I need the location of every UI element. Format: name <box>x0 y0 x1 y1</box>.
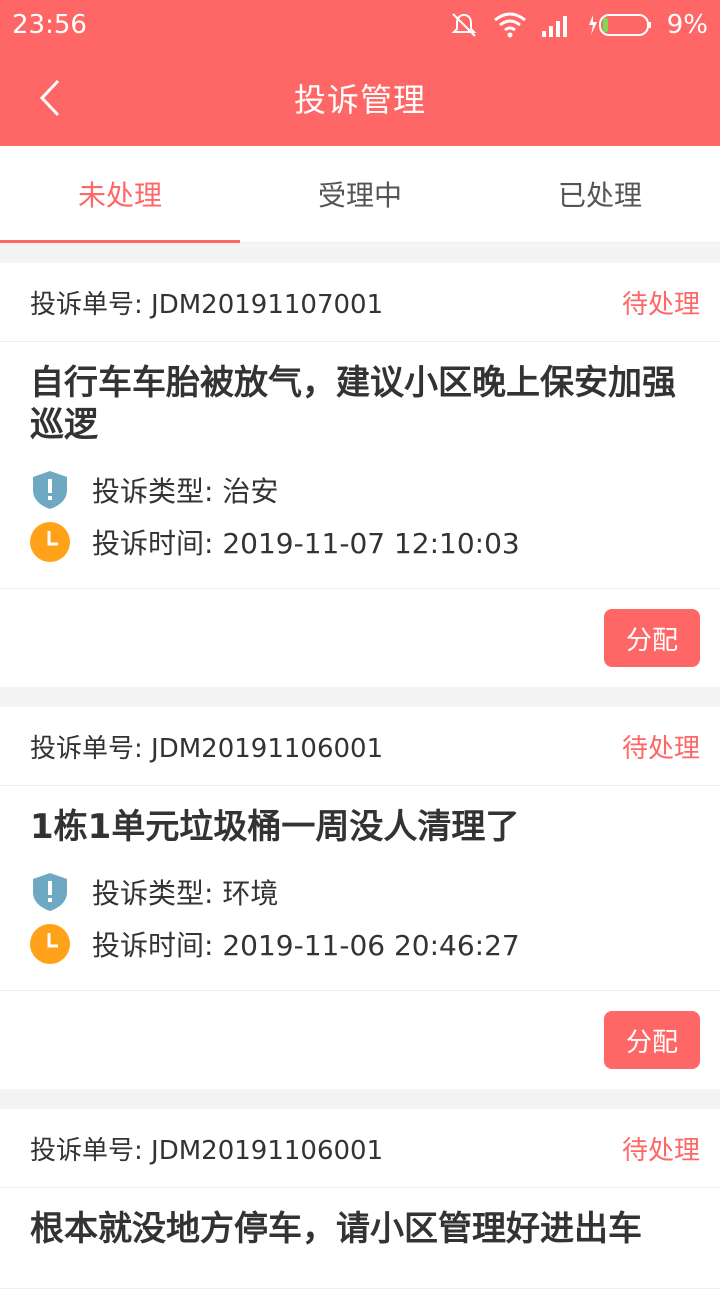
complaint-time-row: 投诉时间: 2019-11-07 12:10:03 <box>30 516 690 568</box>
complaint-type-row: 投诉类型: 治安 <box>30 464 690 516</box>
complaint-number-value: JDM20191106001 <box>151 733 384 764</box>
status-icons: 9% <box>449 10 708 40</box>
card-body: 1栋1单元垃圾桶一周没人清理了 投诉类型: 环境 投诉时间: 2019-11-0… <box>0 786 720 991</box>
complaint-time: 投诉时间: 2019-11-07 12:10:03 <box>92 522 520 562</box>
tab-processed[interactable]: 已处理 <box>480 146 720 242</box>
card-header: 投诉单号: JDM20191106001 待处理 <box>0 1109 720 1188</box>
complaint-type-value: 环境 <box>222 877 279 910</box>
signal-icon <box>541 16 567 37</box>
wifi-icon <box>493 12 526 38</box>
battery-percentage: 9% <box>666 10 708 40</box>
complaint-list: 投诉单号: JDM20191107001 待处理 自行车车胎被放气，建议小区晚上… <box>0 243 720 1289</box>
complaint-title: 1栋1单元垃圾桶一周没人清理了 <box>30 807 520 847</box>
complaint-card[interactable]: 投诉单号: JDM20191107001 待处理 自行车车胎被放气，建议小区晚上… <box>0 263 720 687</box>
card-footer: 分配 <box>0 589 720 687</box>
mute-icon <box>451 13 477 37</box>
complaint-number: 投诉单号: JDM20191107001 <box>30 284 383 321</box>
complaint-number-value: JDM20191107001 <box>151 289 384 320</box>
battery-icon <box>588 14 651 36</box>
assign-button[interactable]: 分配 <box>604 1011 700 1069</box>
chevron-left-icon <box>39 79 60 117</box>
complaint-time-value: 2019-11-06 20:46:27 <box>222 929 520 962</box>
card-footer: 分配 <box>0 991 720 1089</box>
complaint-number-label: 投诉单号: <box>30 1135 152 1166</box>
page-title: 投诉管理 <box>293 81 426 119</box>
back-button[interactable] <box>30 72 70 124</box>
complaint-time-label: 投诉时间: <box>92 929 223 962</box>
complaint-type-label: 投诉类型: <box>92 877 223 910</box>
shield-icon <box>30 470 70 510</box>
status-badge: 待处理 <box>621 289 700 320</box>
clock-icon <box>30 924 70 964</box>
complaint-type-row: 投诉类型: 环境 <box>30 866 690 918</box>
shield-icon <box>30 872 70 912</box>
assign-button[interactable]: 分配 <box>604 609 700 667</box>
status-time: 23:56 <box>12 10 87 40</box>
complaint-type-label: 投诉类型: <box>92 475 223 508</box>
complaint-title: 自行车车胎被放气，建议小区晚上保安加强巡逻 <box>30 363 676 445</box>
navigation-bar: 投诉管理 <box>0 50 720 146</box>
complaint-type-value: 治安 <box>222 475 279 508</box>
status-badge: 待处理 <box>621 1135 700 1166</box>
status-bar: 23:56 9% <box>0 0 720 50</box>
card-header: 投诉单号: JDM20191106001 待处理 <box>0 707 720 786</box>
status-badge: 待处理 <box>621 733 700 764</box>
card-body: 根本就没地方停车，请小区管理好进出车 <box>0 1188 720 1289</box>
top-bar: 23:56 9% 投诉管理 <box>0 0 720 146</box>
complaint-number-value: JDM20191106001 <box>151 1135 384 1166</box>
tab-in-progress[interactable]: 受理中 <box>240 146 480 242</box>
complaint-time-row: 投诉时间: 2019-11-06 20:46:27 <box>30 918 690 970</box>
complaint-card[interactable]: 投诉单号: JDM20191106001 待处理 根本就没地方停车，请小区管理好… <box>0 1109 720 1289</box>
complaint-number: 投诉单号: JDM20191106001 <box>30 1130 383 1167</box>
card-header: 投诉单号: JDM20191107001 待处理 <box>0 263 720 342</box>
complaint-type: 投诉类型: 治安 <box>92 470 278 510</box>
complaint-number-label: 投诉单号: <box>30 289 152 320</box>
complaint-card[interactable]: 投诉单号: JDM20191106001 待处理 1栋1单元垃圾桶一周没人清理了… <box>0 707 720 1089</box>
status-tabs: 未处理 受理中 已处理 <box>0 146 720 243</box>
clock-icon <box>30 522 70 562</box>
complaint-time-label: 投诉时间: <box>92 527 223 560</box>
tab-unprocessed[interactable]: 未处理 <box>0 146 240 243</box>
complaint-time: 投诉时间: 2019-11-06 20:46:27 <box>92 924 520 964</box>
complaint-number: 投诉单号: JDM20191106001 <box>30 728 383 765</box>
complaint-time-value: 2019-11-07 12:10:03 <box>222 527 520 560</box>
complaint-number-label: 投诉单号: <box>30 733 152 764</box>
card-body: 自行车车胎被放气，建议小区晚上保安加强巡逻 投诉类型: 治安 投诉时间: 201… <box>0 342 720 589</box>
complaint-title: 根本就没地方停车，请小区管理好进出车 <box>30 1209 642 1249</box>
complaint-type: 投诉类型: 环境 <box>92 872 278 912</box>
